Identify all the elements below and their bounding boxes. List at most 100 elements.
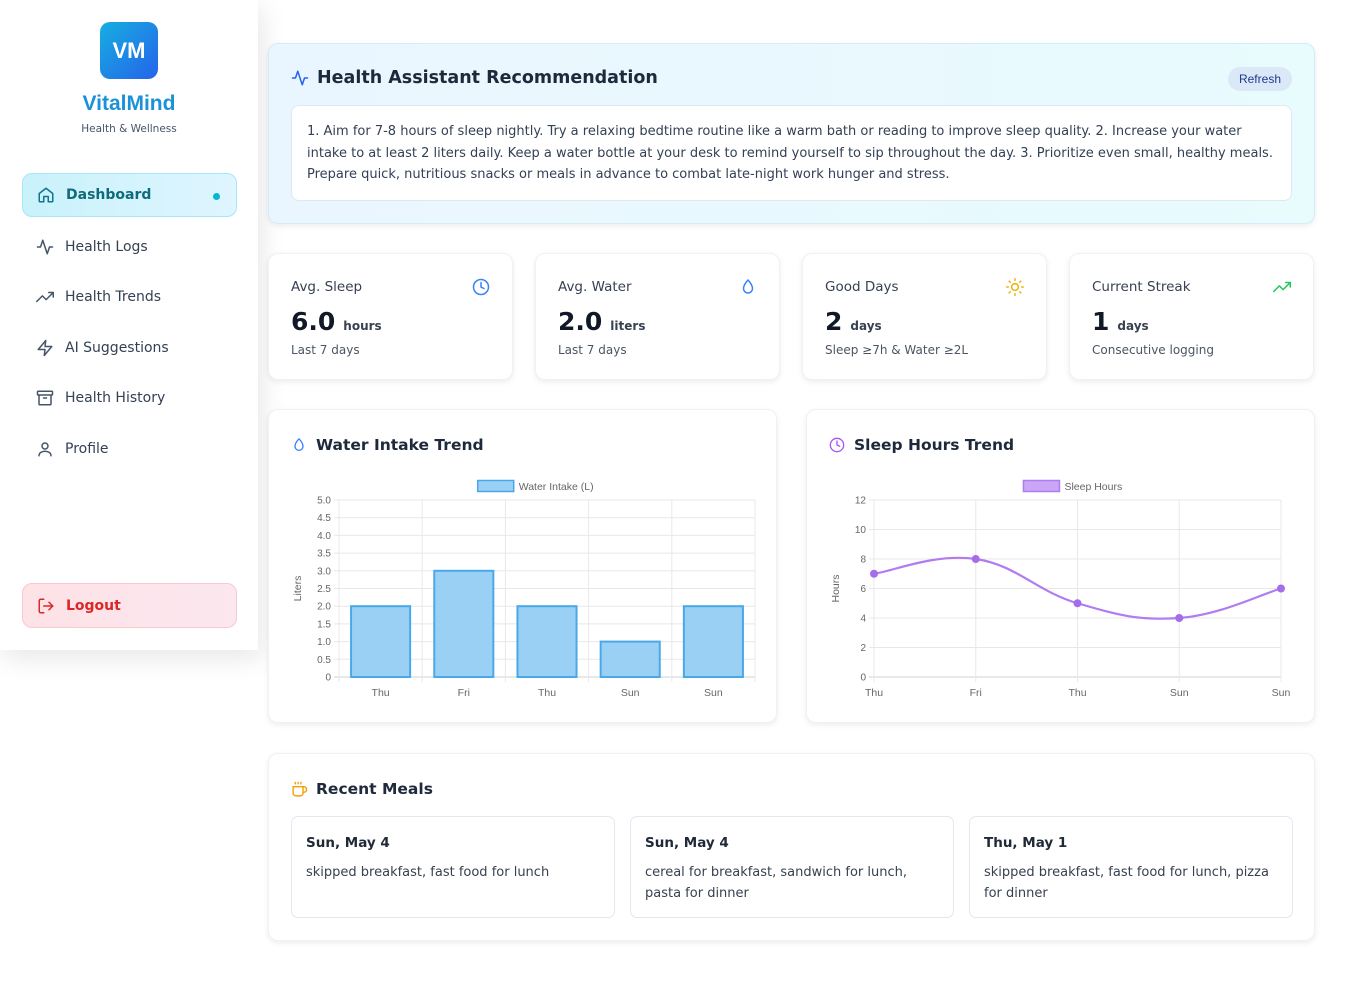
meal-description: skipped breakfast, fast food for lunch xyxy=(306,865,550,880)
bar xyxy=(599,640,661,679)
sidebar: VM VitalMind Health & Wellness Dashboard… xyxy=(0,0,258,650)
stat-number: 6.0 xyxy=(291,307,336,336)
y-tick-label: 1.5 xyxy=(317,619,331,630)
sidebar-item-health-trends[interactable]: Health Trends xyxy=(22,275,237,319)
sidebar-item-label: Health Logs xyxy=(65,239,148,255)
logout-label: Logout xyxy=(66,597,121,614)
active-indicator-dot xyxy=(213,193,220,200)
stat-label: Avg. Water xyxy=(558,279,632,295)
sidebar-item-dashboard[interactable]: Dashboard xyxy=(22,173,237,217)
stat-value: 2.0 liters xyxy=(558,307,645,336)
x-tick-label: Sun xyxy=(1272,687,1291,699)
meal-entry[interactable]: Sun, May 4 skipped breakfast, fast food … xyxy=(291,816,615,918)
trending-up-icon xyxy=(1273,281,1291,293)
x-tick-label: Sun xyxy=(621,687,640,699)
clock-icon xyxy=(472,278,490,296)
stat-card-avg-sleep: Avg. Sleep 6.0 hours Last 7 days xyxy=(268,253,513,380)
meals-title-text: Recent Meals xyxy=(316,780,433,798)
x-tick-label: Thu xyxy=(1068,687,1086,699)
meal-date: Sun, May 4 xyxy=(645,835,729,851)
water-intake-chart-card: Water Intake Trend Water Intake (L) 0 0.5 1… xyxy=(268,409,777,723)
data-point xyxy=(1277,584,1285,593)
y-tick-label: 0.5 xyxy=(317,655,331,666)
archive-icon xyxy=(36,390,54,406)
data-point xyxy=(1175,614,1184,622)
bar xyxy=(350,605,412,678)
stat-card-current-streak: Current Streak 1 days Consecutive loggin… xyxy=(1069,253,1314,380)
y-axis-title: Liters xyxy=(292,576,304,602)
stat-unit: days xyxy=(850,319,882,333)
brand-tagline: Health & Wellness xyxy=(81,123,177,135)
y-tick-label: 5.0 xyxy=(317,496,331,507)
user-icon xyxy=(38,442,52,457)
droplet-icon xyxy=(742,279,754,294)
recommendation-card: Health Assistant Recommendation Refresh … xyxy=(268,43,1315,224)
meals-title: Recent Meals xyxy=(291,780,433,798)
legend-label: Sleep Hours xyxy=(1064,481,1122,493)
stat-value: 1 days xyxy=(1092,307,1149,336)
stat-label: Avg. Sleep xyxy=(291,279,363,295)
stat-value: 2 days xyxy=(825,307,882,336)
stat-subtitle: Sleep ≥7h & Water ≥2L xyxy=(825,343,969,357)
meal-entry[interactable]: Sun, May 4 cereal for breakfast, sandwic… xyxy=(630,816,954,918)
brand-name: VitalMind xyxy=(82,92,176,115)
water-intake-chart: Water Intake (L) 0 0.5 1.0 1.5 2.0 2.5 3.0 3.5 4.… xyxy=(292,479,756,699)
x-tick-label: Sun xyxy=(1170,687,1189,699)
stat-value: 6.0 hours xyxy=(291,307,382,336)
sidebar-item-health-logs[interactable]: Health Logs xyxy=(22,225,237,269)
coffee-cup-icon xyxy=(292,781,308,797)
x-tick-label: Thu xyxy=(538,687,556,699)
y-tick-label: 10 xyxy=(855,525,867,536)
y-tick-label: 2.0 xyxy=(317,602,331,613)
meal-date: Sun, May 4 xyxy=(306,835,390,851)
sleep-hours-chart: Sleep Hours 0 2 4 6 8 10 12 Thu Fri Thu Sun Sun Hours xyxy=(830,479,1291,699)
stat-label: Good Days xyxy=(825,279,899,295)
y-tick-label: 4.5 xyxy=(317,513,331,524)
meal-description: skipped breakfast, fast food for lunch, … xyxy=(984,865,1269,901)
recommendation-title-text: Health Assistant Recommendation xyxy=(317,68,658,88)
home-icon xyxy=(38,187,54,203)
bar xyxy=(682,605,744,678)
y-tick-label: 2 xyxy=(860,643,866,654)
trending-up-icon xyxy=(36,291,54,303)
logout-button[interactable]: Logout xyxy=(22,583,237,628)
sidebar-item-label: Profile xyxy=(65,441,109,457)
y-axis-title: Hours xyxy=(830,574,842,602)
y-tick-label: 2.5 xyxy=(317,584,331,595)
stat-unit: liters xyxy=(610,319,646,333)
meal-date: Thu, May 1 xyxy=(984,835,1068,851)
stat-number: 2 xyxy=(825,307,843,336)
sidebar-item-profile[interactable]: Profile xyxy=(22,427,237,471)
zap-icon xyxy=(37,339,53,357)
data-point xyxy=(1073,599,1082,608)
data-point xyxy=(870,569,878,578)
stat-number: 1 xyxy=(1092,307,1110,336)
y-tick-label: 3.0 xyxy=(317,566,331,577)
stat-label: Current Streak xyxy=(1092,279,1191,295)
logo-badge[interactable]: VM xyxy=(100,22,158,79)
meal-entry[interactable]: Thu, May 1 skipped breakfast, fast food … xyxy=(969,816,1293,918)
stat-unit: hours xyxy=(343,319,382,333)
recommendation-text: 1. Aim for 7-8 hours of sleep nightly. T… xyxy=(291,105,1292,201)
stat-subtitle: Last 7 days xyxy=(558,343,627,357)
bar xyxy=(433,569,495,678)
y-tick-label: 1.0 xyxy=(317,637,331,648)
sidebar-item-ai-suggestions[interactable]: AI Suggestions xyxy=(22,326,237,370)
stat-subtitle: Consecutive logging xyxy=(1092,343,1214,357)
y-tick-label: 12 xyxy=(855,496,867,507)
recommendation-title: Health Assistant Recommendation xyxy=(291,68,658,88)
x-tick-label: Fri xyxy=(970,687,982,699)
stat-number: 2.0 xyxy=(558,307,603,336)
stat-card-avg-water: Avg. Water 2.0 liters Last 7 days xyxy=(535,253,780,380)
data-point xyxy=(971,555,980,563)
sidebar-item-health-history[interactable]: Health History xyxy=(22,376,237,420)
y-tick-label: 6 xyxy=(860,584,866,595)
x-tick-label: Sun xyxy=(704,687,723,699)
refresh-button[interactable]: Refresh xyxy=(1227,67,1292,91)
logout-icon xyxy=(38,598,54,613)
sidebar-item-label: Dashboard xyxy=(66,187,152,203)
x-tick-label: Fri xyxy=(458,687,470,699)
legend-swatch xyxy=(476,479,515,493)
y-tick-label: 4.0 xyxy=(317,531,331,542)
activity-icon xyxy=(36,239,54,255)
